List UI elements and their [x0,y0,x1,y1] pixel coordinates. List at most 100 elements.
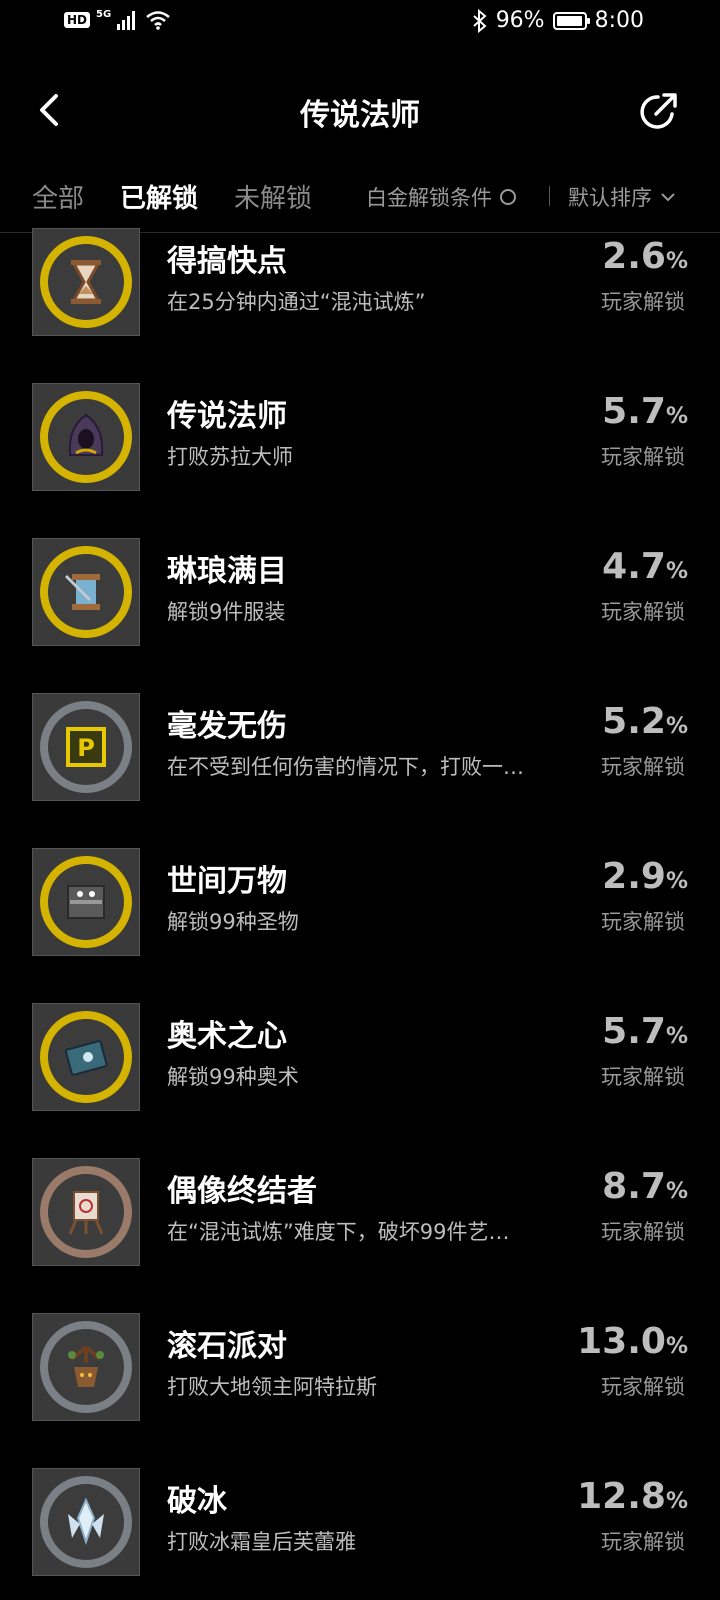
achievement-item[interactable]: 奥术之心解锁99种奥术 5.7% 玩家解锁 [0,1003,720,1113]
achievement-desc: 在“混沌试炼”难度下，破坏99件艺… [167,1220,510,1244]
unlock-percent-value: 12.8 [577,1476,666,1517]
percent-sign: % [665,1489,688,1514]
unlock-label: 玩家解锁 [601,755,685,779]
achievement-item[interactable]: 得搞快点 在25分钟内通过“混沌试炼” 2.6% 玩家解锁 [0,228,720,338]
unlock-label: 玩家解锁 [601,600,685,624]
ice-crystal-icon [40,1476,132,1568]
achievement-title: 破冰 [167,1484,227,1519]
tab-unlocked[interactable]: 已解锁 [120,178,198,215]
unlock-percent-value: 4.7 [602,546,666,587]
unlock-label: 玩家解锁 [601,1065,685,1089]
achievement-desc: 解锁99种奥术 [167,1065,299,1089]
battery-percent: 96% [495,8,545,33]
unlock-percent-value: 2.9 [602,856,666,897]
tab-all[interactable]: 全部 [32,178,84,215]
unlock-label: 玩家解锁 [601,445,685,469]
sort-dropdown[interactable]: 默认排序 [568,182,676,212]
share-icon[interactable] [636,90,680,134]
unlock-percent: 5.2% [602,701,688,742]
achievement-title: 奥术之心 [167,1019,287,1054]
unlock-label: 玩家解锁 [601,1220,685,1244]
unlock-percent: 2.6% [602,236,688,277]
achievement-badge [32,228,140,336]
achievement-item[interactable]: P 毫发无伤 在不受到任何伤害的情况下，打败一… 5.2% 玩家解锁 [0,693,720,803]
percent-sign: % [665,869,688,894]
divider [549,186,550,206]
unlock-percent: 5.7% [602,391,688,432]
achievement-badge [32,1468,140,1576]
unlock-percent: 8.7% [602,1166,688,1207]
achievement-item[interactable]: 世间万物解锁99种圣物 2.9% 玩家解锁 [0,848,720,958]
percent-sign: % [665,249,688,274]
achievement-desc: 打败冰霜皇后芙蕾雅 [167,1530,356,1554]
unlock-percent: 2.9% [602,856,688,897]
tree-lord-icon [40,1321,132,1413]
achievement-desc: 解锁9件服装 [167,600,286,624]
hd-badge: HD [64,12,91,28]
unlock-percent-value: 5.2 [602,701,666,742]
hooded-mage-icon [40,391,132,483]
percent-sign: % [665,1179,688,1204]
percent-sign: % [665,559,688,584]
percent-sign: % [665,714,688,739]
achievement-item[interactable]: 破冰打败冰霜皇后芙蕾雅 12.8% 玩家解锁 [0,1468,720,1578]
header: 传说法师 [0,70,720,150]
achievement-item[interactable]: 传说法师打败苏拉大师 5.7% 玩家解锁 [0,383,720,493]
achievement-desc: 打败大地领主阿特拉斯 [167,1375,377,1399]
achievement-title: 偶像终结者 [167,1174,317,1209]
achievement-badge [32,1313,140,1421]
achievement-title: 琳琅满目 [167,554,287,589]
chevron-down-icon [661,193,675,202]
svg-text:P: P [77,734,95,762]
sort-label: 默认排序 [568,186,652,210]
page-title: 传说法师 [300,98,420,133]
achievement-badge [32,538,140,646]
achievement-item[interactable]: 琳琅满目解锁9件服装 4.7% 玩家解锁 [0,538,720,648]
percent-sign: % [665,1334,688,1359]
achievement-badge: P [32,693,140,801]
achievement-title: 世间万物 [167,864,287,899]
battery-icon [552,11,590,30]
achievement-desc: 打败苏拉大师 [167,445,293,469]
p-sign-icon: P [40,701,132,793]
unlock-percent: 13.0% [577,1321,688,1362]
unlock-percent-value: 5.7 [602,1011,666,1052]
status-left: HD 5G [64,9,171,30]
achievement-title: 传说法师 [167,399,287,434]
easel-icon [40,1166,132,1258]
platinum-label: 白金解锁条件 [366,186,492,210]
relic-shelf-icon [40,856,132,948]
filter-bar: 全部 已解锁 未解锁 白金解锁条件 默认排序 [0,170,720,233]
radio-circle-icon[interactable] [500,189,516,205]
status-right: 96% 8:00 [472,8,644,33]
achievement-desc: 解锁99种圣物 [167,910,299,934]
percent-sign: % [665,404,688,429]
achievement-badge [32,1003,140,1111]
status-bar: HD 5G 96% 8:00 [0,0,720,48]
achievement-title: 毫发无伤 [167,709,287,744]
unlock-percent-value: 8.7 [602,1166,666,1207]
unlock-percent: 5.7% [602,1011,688,1052]
hourglass-icon [40,236,132,328]
signal-icon [117,11,136,30]
spellbook-icon [40,1011,132,1103]
platinum-filter[interactable]: 白金解锁条件 [366,182,516,212]
clock: 8:00 [594,8,644,33]
thread-spool-icon [40,546,132,638]
unlock-label: 玩家解锁 [601,910,685,934]
tab-locked[interactable]: 未解锁 [234,178,312,215]
unlock-percent-value: 2.6 [602,236,666,277]
bluetooth-icon [473,8,487,33]
unlock-label: 玩家解锁 [601,1375,685,1399]
achievement-badge [32,1158,140,1266]
unlock-percent-value: 13.0 [577,1321,666,1362]
achievement-item[interactable]: 偶像终结者在“混沌试炼”难度下，破坏99件艺… 8.7% 玩家解锁 [0,1158,720,1268]
unlock-percent-value: 5.7 [602,391,666,432]
achievement-badge [32,848,140,956]
battery-fill [556,15,582,26]
achievement-item[interactable]: 滚石派对打败大地领主阿特拉斯 13.0% 玩家解锁 [0,1313,720,1423]
percent-sign: % [665,1024,688,1049]
achievement-title: 滚石派对 [167,1329,287,1364]
wifi-icon [146,11,170,30]
unlock-label: 玩家解锁 [601,1530,685,1554]
